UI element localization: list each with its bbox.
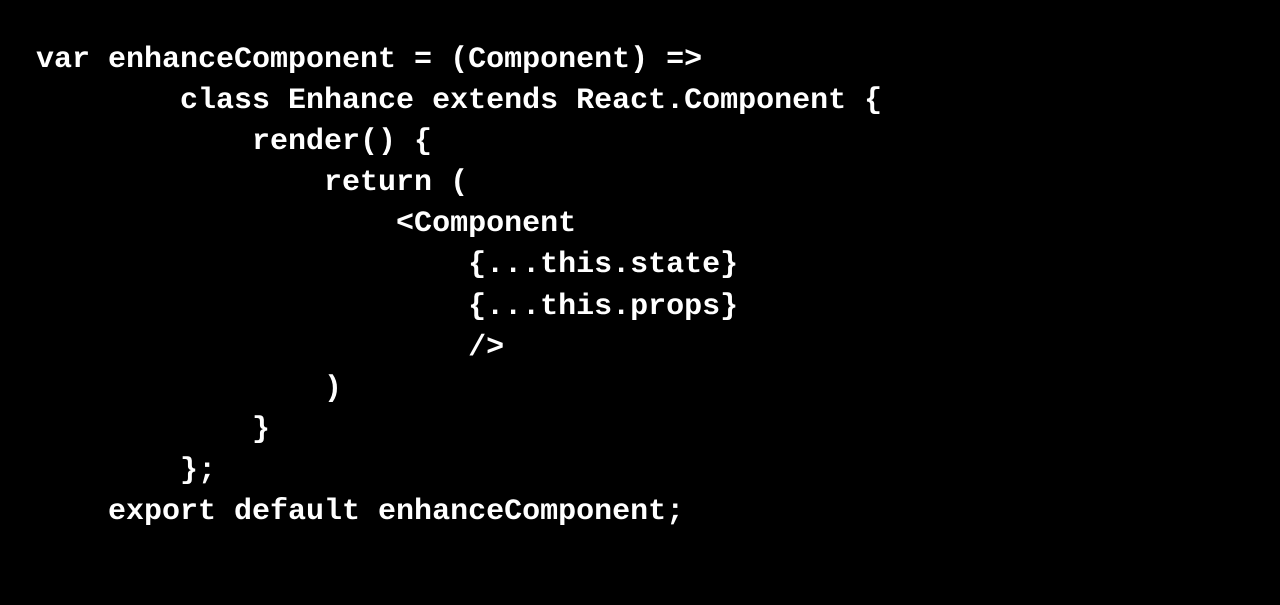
code-line: class Enhance extends React.Component { (36, 81, 1280, 122)
code-line: <Component (36, 204, 1280, 245)
code-line: ) (36, 369, 1280, 410)
code-line: render() { (36, 122, 1280, 163)
code-line: } (36, 410, 1280, 451)
code-line: var enhanceComponent = (Component) => (36, 40, 1280, 81)
code-line: }; (36, 451, 1280, 492)
code-block: var enhanceComponent = (Component) => cl… (36, 40, 1280, 533)
code-line: export default enhanceComponent; (36, 492, 1280, 533)
code-line: {...this.props} (36, 287, 1280, 328)
code-line: return ( (36, 163, 1280, 204)
code-line: /> (36, 328, 1280, 369)
code-line: {...this.state} (36, 245, 1280, 286)
